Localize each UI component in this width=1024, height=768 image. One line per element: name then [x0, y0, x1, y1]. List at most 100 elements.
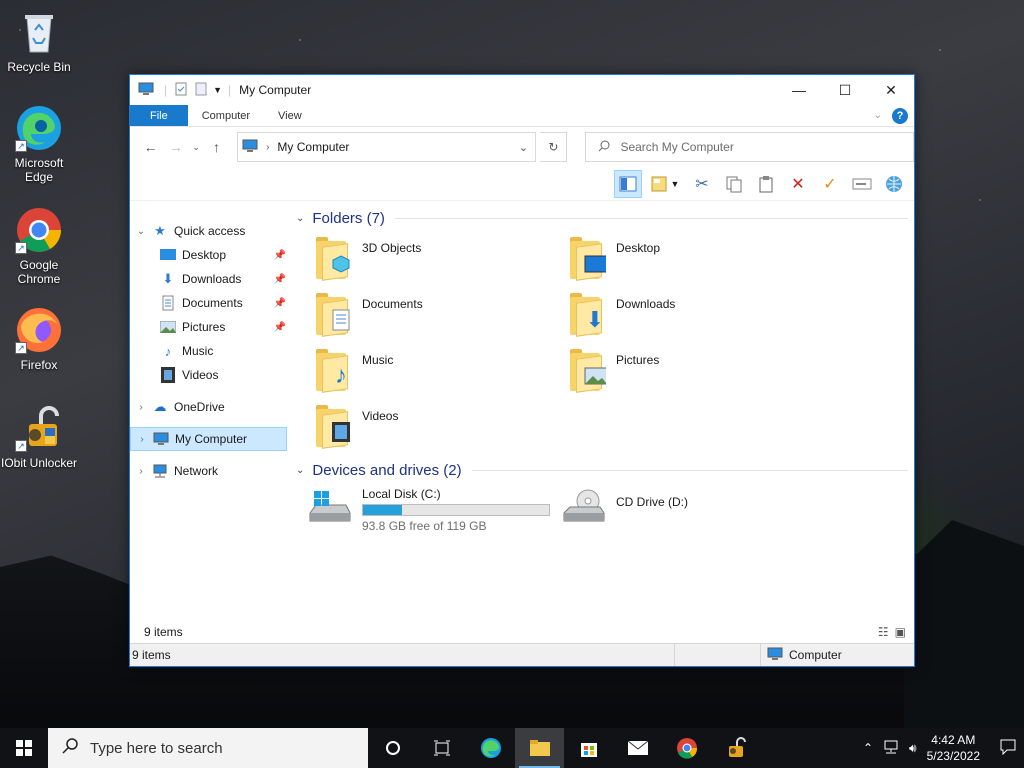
- close-button[interactable]: ✕: [868, 75, 914, 105]
- computer-icon: [138, 82, 154, 99]
- address-text: My Computer: [277, 140, 350, 154]
- clock-time: 4:42 AM: [931, 733, 976, 747]
- chevron-up-icon[interactable]: ⌃: [863, 741, 873, 755]
- classic-status-bar: 9 items Computer: [130, 643, 914, 666]
- up-button[interactable]: ↑: [206, 136, 227, 158]
- search-icon: [598, 140, 610, 155]
- taskbar-chrome-icon[interactable]: [662, 728, 711, 768]
- address-dropdown-icon[interactable]: ⌄: [511, 141, 535, 154]
- layout-dropdown-icon[interactable]: ▼: [646, 170, 684, 198]
- drive-label: Local Disk (C:): [362, 487, 441, 501]
- folder-pictures[interactable]: Pictures: [568, 347, 822, 395]
- sidebar-item-desktop[interactable]: Desktop 📌: [130, 243, 290, 267]
- hard-drive-icon: [308, 487, 352, 531]
- cut-icon[interactable]: ✂: [688, 170, 716, 198]
- notifications-icon[interactable]: [1000, 739, 1016, 758]
- search-placeholder: Search My Computer: [620, 140, 734, 154]
- expand-arrow-icon[interactable]: ›: [130, 466, 152, 477]
- cortana-button[interactable]: [368, 728, 417, 768]
- paste-icon[interactable]: [752, 170, 780, 198]
- sidebar-item-quick-access[interactable]: ⌄ ★ Quick access: [130, 219, 290, 243]
- status-panel: [675, 644, 761, 666]
- network-globe-icon[interactable]: [880, 170, 908, 198]
- forward-button[interactable]: →: [165, 136, 186, 158]
- back-button[interactable]: ←: [140, 136, 161, 158]
- tab-view[interactable]: View: [264, 105, 316, 126]
- drive-label: CD Drive (D:): [616, 495, 688, 509]
- drive-cd-d[interactable]: CD Drive (D:): [562, 487, 816, 533]
- sidebar-item-documents[interactable]: Documents 📌: [130, 291, 290, 315]
- folder-label: Pictures: [616, 353, 660, 367]
- details-view-icon[interactable]: ☷: [878, 625, 889, 639]
- desktop-icon-chrome[interactable]: ↗ Google Chrome: [0, 206, 78, 286]
- sidebar-item-network[interactable]: › Network: [130, 459, 290, 483]
- explorer-window: | ▼ | My Computer — ☐ ✕ File Computer Vi…: [129, 74, 915, 667]
- delete-icon[interactable]: ✕: [784, 170, 812, 198]
- recent-locations-icon[interactable]: ⌄: [190, 136, 202, 158]
- folder-music[interactable]: ♪ Music: [314, 347, 568, 395]
- taskbar-store-icon[interactable]: [564, 728, 613, 768]
- desktop-icon-edge[interactable]: ↗ Microsoft Edge: [0, 104, 78, 184]
- desktop-icon-iobit-unlocker[interactable]: ↗ IObit Unlocker: [0, 404, 78, 470]
- start-button[interactable]: [0, 728, 48, 768]
- music-note-icon: ♪: [164, 343, 172, 359]
- taskbar-iobit-unlocker-icon[interactable]: [711, 728, 760, 768]
- search-input[interactable]: Search My Computer: [585, 132, 915, 162]
- computer-icon: [153, 431, 169, 447]
- tab-file[interactable]: File: [130, 105, 188, 126]
- folder-documents[interactable]: Documents: [314, 291, 568, 339]
- volume-icon[interactable]: 🔊︎: [909, 741, 917, 756]
- tab-computer[interactable]: Computer: [188, 105, 264, 126]
- sidebar-item-music[interactable]: ♪ Music: [130, 339, 290, 363]
- group-title: Folders (7): [312, 209, 385, 227]
- expand-arrow-icon[interactable]: ›: [131, 434, 153, 445]
- drive-local-disk-c[interactable]: Local Disk (C:) 93.8 GB free of 119 GB: [308, 487, 562, 533]
- desktop-icon-recycle-bin[interactable]: Recycle Bin: [0, 8, 78, 74]
- minimize-button[interactable]: —: [776, 75, 822, 105]
- refresh-button[interactable]: ↻: [540, 132, 568, 162]
- taskbar-search-placeholder: Type here to search: [90, 739, 223, 757]
- network-tray-icon[interactable]: [883, 740, 899, 757]
- edge-icon: ↗: [15, 104, 63, 152]
- folder-downloads[interactable]: ⬇ Downloads: [568, 291, 822, 339]
- expand-arrow-icon[interactable]: ›: [130, 402, 152, 413]
- desktop-icon-firefox[interactable]: ↗ Firefox: [0, 306, 78, 372]
- pin-icon: 📌: [273, 297, 286, 309]
- folder-3d-objects[interactable]: 3D Objects: [314, 235, 568, 283]
- sidebar-item-onedrive[interactable]: › ☁ OneDrive: [130, 395, 290, 419]
- folder-videos[interactable]: Videos: [314, 403, 568, 451]
- sidebar-item-pictures[interactable]: Pictures 📌: [130, 315, 290, 339]
- taskbar-file-explorer-icon[interactable]: [515, 728, 564, 768]
- command-toolbar: ▼ ✂ ✕ ✓: [130, 167, 914, 201]
- expand-ribbon-icon[interactable]: ⌄: [874, 110, 882, 121]
- taskbar: Type here to search ⌃ 🔊︎ 4:42 AM 5/23/20…: [0, 728, 1024, 768]
- check-icon[interactable]: ✓: [816, 170, 844, 198]
- sidebar-item-my-computer[interactable]: › My Computer: [130, 427, 287, 451]
- taskbar-search-input[interactable]: Type here to search: [48, 728, 368, 768]
- taskbar-mail-icon[interactable]: [613, 728, 662, 768]
- folder-desktop[interactable]: Desktop: [568, 235, 822, 283]
- maximize-button[interactable]: ☐: [822, 75, 868, 105]
- clock[interactable]: 4:42 AM 5/23/2022: [927, 732, 980, 764]
- task-view-button[interactable]: [417, 728, 466, 768]
- quick-newfolder-icon[interactable]: [195, 82, 207, 99]
- sidebar-item-label: Documents: [182, 296, 243, 310]
- collapse-arrow-icon[interactable]: ⌄: [130, 226, 152, 237]
- drives-group-header[interactable]: ⌄ Devices and drives (2): [290, 457, 914, 483]
- quick-properties-icon[interactable]: [175, 82, 187, 99]
- rename-icon[interactable]: [848, 170, 876, 198]
- film-icon: [160, 367, 176, 383]
- sidebar-item-videos[interactable]: Videos: [130, 363, 290, 387]
- help-icon[interactable]: ?: [892, 107, 908, 124]
- shortcut-arrow-icon: ↗: [15, 242, 27, 254]
- copy-icon[interactable]: [720, 170, 748, 198]
- address-bar[interactable]: › My Computer ⌄: [237, 132, 537, 162]
- breadcrumb-separator-icon[interactable]: ›: [266, 142, 269, 153]
- sidebar-item-downloads[interactable]: ⬇ Downloads 📌: [130, 267, 290, 291]
- large-icons-view-icon[interactable]: ▣: [895, 625, 906, 639]
- taskbar-edge-icon[interactable]: [466, 728, 515, 768]
- window-title: My Computer: [239, 83, 312, 97]
- preview-pane-icon[interactable]: [614, 169, 642, 198]
- customize-toolbar-icon[interactable]: ▼: [213, 85, 222, 95]
- folders-group-header[interactable]: ⌄ Folders (7): [290, 205, 914, 231]
